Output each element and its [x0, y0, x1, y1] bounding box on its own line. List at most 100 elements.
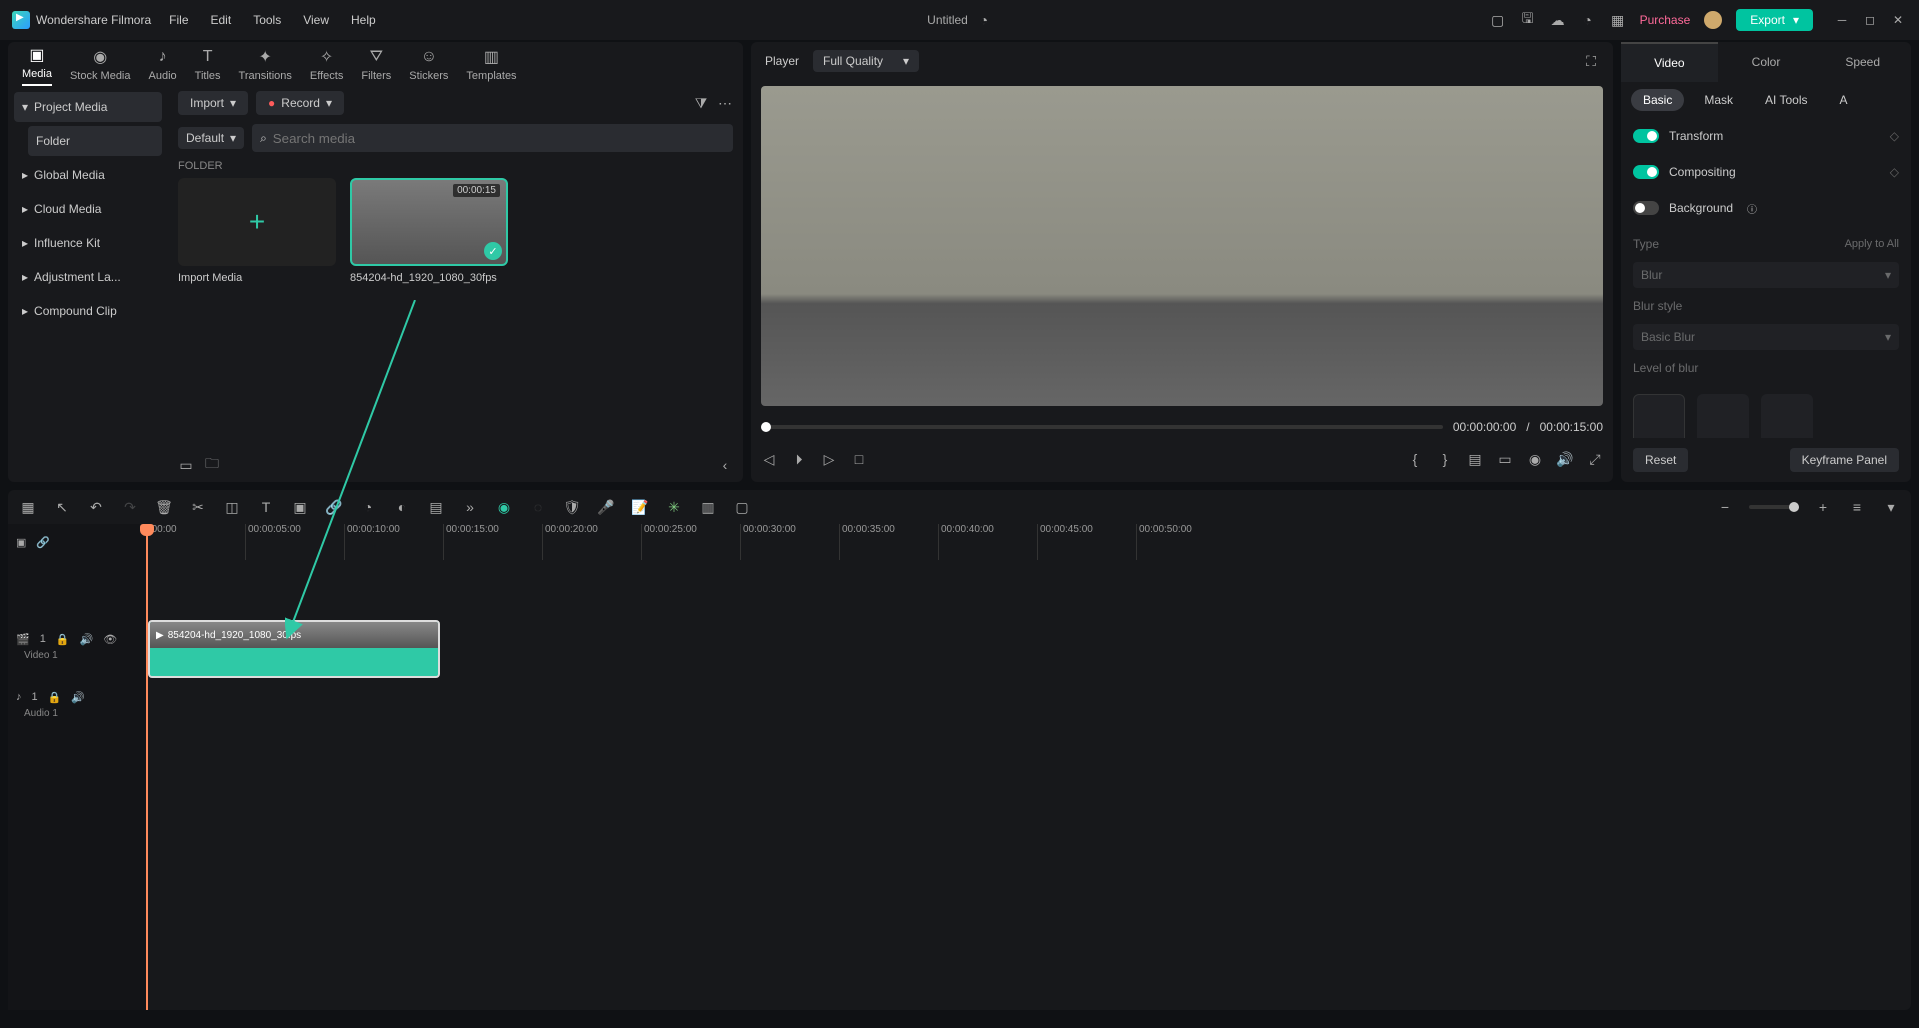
transform-row[interactable]: Transform◇ [1633, 118, 1899, 154]
fullscreen-icon[interactable]: ⤢ [1587, 451, 1603, 467]
rtab-speed[interactable]: Speed [1814, 42, 1911, 82]
rtab-video[interactable]: Video [1621, 42, 1718, 82]
save-icon[interactable]: 🖫 [1520, 12, 1536, 28]
menu-help[interactable]: Help [351, 13, 376, 27]
blur-style-select[interactable]: Basic Blur▾ [1633, 324, 1899, 350]
stop-icon[interactable]: □ [851, 451, 867, 467]
search-input[interactable]: ⌕ [252, 124, 733, 152]
nest-icon[interactable]: ▣ [16, 536, 26, 549]
mic-icon[interactable]: 🎤 [596, 499, 616, 516]
timeline-clip[interactable]: ▶854204-hd_1920_1080_30fps [148, 620, 440, 678]
cloud-icon[interactable]: ☁ [1550, 12, 1566, 28]
search-field[interactable] [273, 131, 725, 146]
display-icon[interactable]: ▭ [1497, 451, 1513, 467]
subtab-aitools[interactable]: AI Tools [1753, 89, 1819, 111]
export-button[interactable]: Export ▾ [1736, 9, 1813, 31]
restore-button[interactable]: ◻ [1861, 13, 1879, 27]
bell-icon[interactable]: ◔ [1580, 12, 1596, 28]
text-icon[interactable]: T [256, 499, 276, 515]
eye-icon[interactable]: 👁 [103, 633, 117, 646]
sidebar-item-cloud-media[interactable]: ▸Cloud Media [14, 194, 162, 224]
zoom-slider[interactable] [1749, 505, 1799, 509]
minimize-button[interactable]: ─ [1833, 13, 1851, 27]
reset-button[interactable]: Reset [1633, 448, 1688, 472]
import-button[interactable]: Import▾ [178, 91, 248, 115]
lock-icon[interactable]: 🔒 [48, 691, 62, 704]
sidebar-item-adjustment-layer[interactable]: ▸Adjustment La... [14, 262, 162, 292]
settings-down-icon[interactable]: ▾ [1881, 499, 1901, 516]
menu-edit[interactable]: Edit [211, 13, 232, 27]
purchase-link[interactable]: Purchase [1640, 13, 1691, 27]
adjust-icon[interactable]: ✳ [664, 499, 684, 516]
record-button[interactable]: ●Record▾ [256, 91, 344, 115]
shield-icon[interactable]: 🛡 [562, 499, 582, 516]
mark-out-icon[interactable]: } [1437, 451, 1453, 467]
sidebar-item-folder[interactable]: Folder [28, 126, 162, 156]
more-icon[interactable]: ⋯ [717, 95, 733, 111]
keyframe-panel-button[interactable]: Keyframe Panel [1790, 448, 1899, 472]
marker-green-icon[interactable]: ◉ [494, 499, 514, 516]
tab-audio[interactable]: ♪Audio [149, 46, 177, 86]
frame-icon[interactable]: ▢ [732, 499, 752, 516]
tab-filters[interactable]: ⛛Filters [361, 46, 391, 86]
mute-icon[interactable]: 🔊 [71, 691, 85, 704]
grid-icon[interactable]: ▦ [18, 499, 38, 516]
select-icon[interactable]: ↖ [52, 499, 72, 516]
keyframe-diamond-icon[interactable]: ◇ [1890, 129, 1899, 143]
menu-file[interactable]: File [169, 13, 188, 27]
close-button[interactable]: ✕ [1889, 13, 1907, 27]
cut-icon[interactable]: ✂ [188, 499, 208, 516]
sidebar-item-project-media[interactable]: ▾Project Media [14, 92, 162, 122]
volume-icon[interactable]: 🔊 [1557, 451, 1573, 467]
audio-track-header[interactable]: ♪1🔒🔊 Audio 1 [8, 676, 146, 734]
time-ruler[interactable]: |00:00 00:00:05:00 00:00:10:00 00:00:15:… [146, 524, 1911, 560]
tab-stickers[interactable]: ☺Stickers [409, 46, 448, 86]
play-icon[interactable]: ▷ [821, 451, 837, 467]
marker-icon[interactable]: ▤ [1467, 451, 1483, 467]
mark-in-icon[interactable]: { [1407, 451, 1423, 467]
prev-frame-icon[interactable]: ◁ [761, 451, 777, 467]
compositing-toggle[interactable] [1633, 165, 1659, 179]
subtab-more[interactable]: A [1827, 89, 1859, 111]
blur-level-20[interactable] [1633, 394, 1685, 438]
playhead[interactable] [146, 524, 148, 1010]
lock-icon[interactable]: 🔒 [56, 633, 70, 646]
zoom-out-icon[interactable]: − [1715, 499, 1735, 515]
type-select[interactable]: Blur▾ [1633, 262, 1899, 288]
tab-stock[interactable]: ◉Stock Media [70, 46, 131, 86]
subtab-mask[interactable]: Mask [1692, 89, 1745, 111]
quality-select[interactable]: Full Quality▾ [813, 50, 919, 72]
new-folder-icon[interactable]: ▭ [178, 457, 194, 473]
mute-icon[interactable]: 🔊 [80, 633, 94, 646]
sidebar-item-compound-clip[interactable]: ▸Compound Clip [14, 296, 162, 326]
keyframe-diamond-icon[interactable]: ◇ [1890, 165, 1899, 179]
sync-icon[interactable]: ◔ [358, 499, 378, 515]
notes-icon[interactable]: 📝 [630, 499, 650, 516]
import-media-card[interactable]: + Import Media [178, 178, 336, 284]
background-toggle[interactable] [1633, 201, 1659, 215]
tab-titles[interactable]: TTitles [195, 46, 221, 86]
freeze-icon[interactable]: ▤ [426, 499, 446, 516]
tab-templates[interactable]: ▥Templates [466, 46, 516, 86]
video-track-header[interactable]: 🎬1🔒🔊👁 Video 1 [8, 618, 146, 676]
menu-view[interactable]: View [303, 13, 329, 27]
undo-icon[interactable]: ↶ [86, 499, 106, 516]
transform-toggle[interactable] [1633, 129, 1659, 143]
link-icon[interactable]: 🔗 [36, 536, 50, 549]
crop-icon[interactable]: ◫ [222, 499, 242, 516]
apply-all-button[interactable]: Apply to All [1845, 238, 1899, 250]
fit-icon[interactable]: ≡ [1847, 499, 1867, 515]
tab-media[interactable]: ▣Media [22, 44, 52, 86]
delete-icon[interactable]: 🗑 [154, 499, 174, 516]
sort-select[interactable]: Default▾ [178, 127, 244, 149]
filter-icon[interactable]: ⧩ [693, 95, 709, 111]
link-icon[interactable]: 🔗 [324, 499, 344, 516]
sidebar-item-global-media[interactable]: ▸Global Media [14, 160, 162, 190]
camera-icon[interactable]: ◉ [1527, 451, 1543, 467]
snapshot-icon[interactable]: ⛶ [1583, 53, 1599, 69]
blur-level-60[interactable] [1761, 394, 1813, 438]
background-row[interactable]: Backgroundⓘ [1633, 190, 1899, 226]
split-icon[interactable]: ▥ [698, 499, 718, 516]
timeline-area[interactable]: |00:00 00:00:05:00 00:00:10:00 00:00:15:… [146, 524, 1911, 1010]
play-back-icon[interactable]: ⏵ [791, 451, 807, 467]
